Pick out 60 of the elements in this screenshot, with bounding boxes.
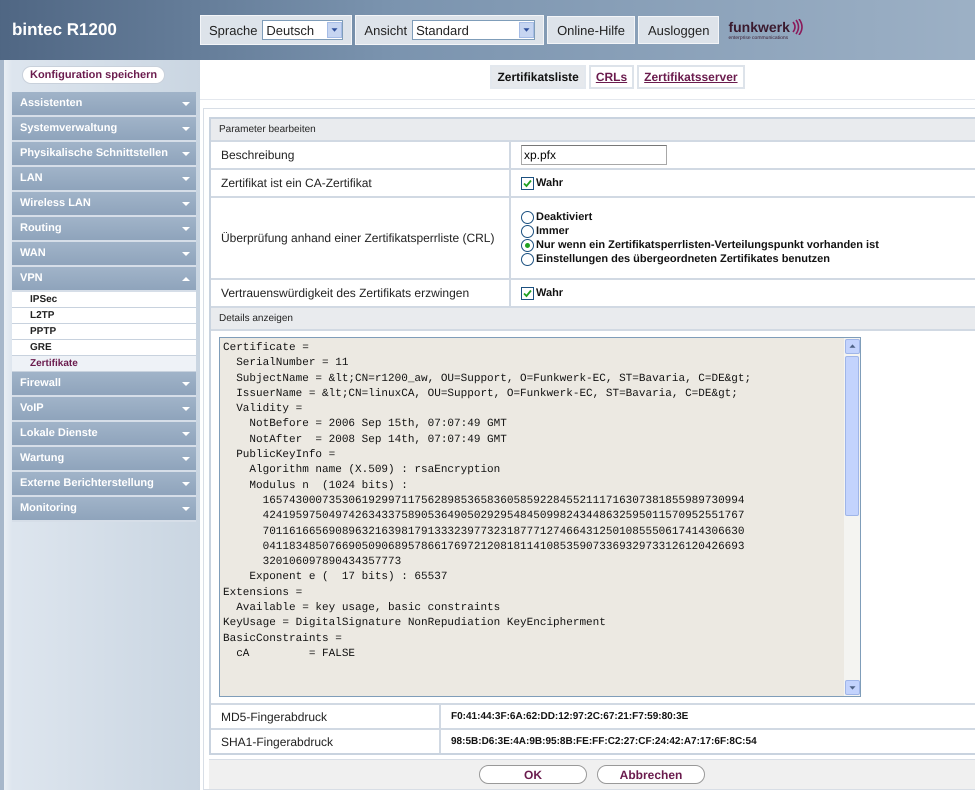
- checkbox-label: Wahr: [536, 177, 564, 189]
- language-label: Sprache: [209, 22, 258, 38]
- field-label: Vertrauenswürdigkeit des Zertifikats erzwingen: [211, 280, 511, 306]
- radio-button[interactable]: [521, 252, 534, 266]
- caret-down-icon: [182, 380, 190, 386]
- checkbox[interactable]: [521, 176, 534, 190]
- caret-down-icon: [182, 250, 190, 256]
- field-label: SHA1-Fingerabdruck: [211, 730, 441, 753]
- tab[interactable]: Zertifikatsliste: [490, 65, 586, 89]
- field-label: MD5-Fingerabdruck: [211, 705, 441, 728]
- caret-down-icon: [182, 506, 190, 512]
- radio-label: Deaktiviert: [536, 211, 592, 223]
- footer-button[interactable]: Abbrechen: [597, 765, 705, 784]
- radio-label: Immer: [536, 225, 570, 237]
- caret-down-icon: [182, 480, 190, 486]
- section-header: Parameter bearbeiten: [211, 119, 975, 142]
- view-label: Ansicht: [364, 22, 408, 38]
- product-name: bintec R1200: [11, 20, 118, 40]
- sidebar-subitem[interactable]: IPSec: [12, 292, 196, 308]
- tab[interactable]: Zertifikatsserver: [637, 65, 745, 89]
- scroll-thumb[interactable]: [845, 356, 859, 516]
- checkbox[interactable]: [521, 286, 534, 300]
- radio-button[interactable]: [521, 224, 534, 238]
- radio-label: Nur wenn ein Zertifikatsperrlisten-Verteilungspunkt vorhanden ist: [536, 239, 879, 251]
- sidebar-subitem[interactable]: PPTP: [12, 324, 196, 340]
- checkbox-label: Wahr: [536, 287, 564, 299]
- caret-down-icon: [182, 100, 190, 106]
- radio-button[interactable]: [521, 238, 534, 252]
- footer-button[interactable]: OK: [479, 765, 587, 784]
- field-label: Beschreibung: [211, 142, 511, 168]
- description-field[interactable]: xp.pfx: [521, 145, 667, 165]
- sidebar-subitem[interactable]: GRE: [12, 340, 196, 356]
- fingerprint-value: F0:41:44:3F:6A:62:DD:12:97:2C:67:21:F7:59:80:3E: [450, 710, 690, 724]
- caret-up-icon: [182, 276, 190, 282]
- caret-down-icon: [182, 406, 190, 412]
- caret-down-icon: [182, 200, 190, 206]
- language-select[interactable]: Deutsch: [262, 20, 344, 40]
- radio-button[interactable]: [521, 210, 534, 224]
- view-select[interactable]: Standard: [412, 20, 536, 40]
- scroll-down-icon[interactable]: [844, 680, 860, 695]
- caret-down-icon: [182, 150, 190, 156]
- scrollbar[interactable]: [844, 338, 860, 696]
- fingerprint-value: 98:5B:D6:3E:4A:9B:95:8B:FE:FF:C2:27:CF:24:42:A7:17:6F:8C:54: [450, 735, 758, 749]
- caret-down-icon: [182, 226, 190, 232]
- scroll-up-icon[interactable]: [844, 339, 860, 354]
- certificate-details-textarea[interactable]: Certificate = SerialNumber = 11 SubjectName = &lt;CN=r1200_aw, OU=Support, O=Funkwerk-EC, ST=Bavaria, C=DE&gt; IssuerName = &lt;CN=linuxCA, OU=Support, O=Funkwerk-EC, ST=Bavaria, C=DE&gt; Validity = NotBefore = 2006 Sep 15th, 07:07:49 GMT NotAfter = 2008 Sep 14th, 07:07:49 GMT PublicKeyInfo = Algorithm name (X.509) : rsaEncryption Modulus n (1024 bits) : 1657430007353061929971175628985365836058592284552111716307381855989730994 4241959750497426343375890536490502929548450998243448632595011570952551767 7011616656908963216398179133323977323187771274664312501085550617414306630 0411834850766905090689578661769721208181141085359073369329733126120426693 320106097890434357773 Exponent e ( 17 bits) : 65537 Extensions = Available = key usage, basic constraints KeyUsage = DigitalSignature NonRepudiation KeyEncipherment BasicConstraints = cA = FALSE: [219, 337, 861, 697]
- save-configuration-button[interactable]: Konfiguration speichern: [22, 66, 166, 84]
- caret-down-icon: [182, 176, 190, 182]
- sidebar-subitem[interactable]: L2TP: [12, 308, 196, 324]
- field-label: Zertifikat ist ein CA-Zertifikat: [211, 170, 511, 196]
- section-header: Details anzeigen: [211, 308, 975, 331]
- radio-label: Einstellungen des übergeordneten Zertifikates benutzen: [536, 253, 830, 265]
- header-button[interactable]: Online-Hilfe: [547, 16, 635, 44]
- caret-down-icon: [182, 456, 190, 462]
- sidebar-subitem[interactable]: Zertifikate: [12, 356, 196, 372]
- caret-down-icon: [182, 126, 190, 132]
- tab[interactable]: CRLs: [588, 65, 634, 89]
- caret-down-icon: [182, 430, 190, 436]
- header-button[interactable]: Ausloggen: [638, 16, 720, 44]
- field-label: Überprüfung anhand einer Zertifikatsperrliste (CRL): [211, 198, 511, 278]
